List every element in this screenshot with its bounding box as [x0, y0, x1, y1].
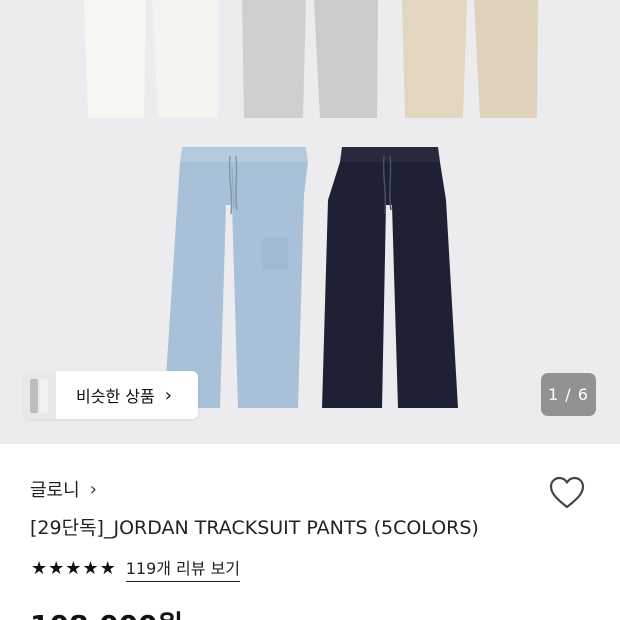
rating-row: ★ ★ ★ ★ ★ 119개 리뷰 보기: [31, 555, 241, 582]
view-reviews-link[interactable]: 119개 리뷰 보기: [125, 555, 241, 582]
pants-skyblue-image: [164, 147, 308, 408]
pants-navy-image: [322, 147, 458, 408]
chevron-right-icon: ›: [164, 384, 172, 406]
product-title: [29단독]_JORDAN TRACKSUIT PANTS (5COLORS): [30, 517, 479, 539]
product-image-gallery[interactable]: 비슷한 상품 › 1 / 6: [0, 0, 620, 444]
similar-products-thumbnail: [24, 371, 56, 419]
pants-gray-image: [242, 0, 378, 118]
chevron-right-icon: ›: [89, 478, 97, 500]
pants-white-image: [84, 0, 218, 118]
star-icon: ★: [82, 557, 99, 579]
heart-outline-icon: [549, 476, 585, 509]
wishlist-heart-button[interactable]: [548, 475, 586, 511]
star-rating: ★ ★ ★ ★ ★: [31, 557, 116, 579]
star-icon: ★: [48, 557, 65, 579]
pants-beige-image: [402, 0, 538, 118]
similar-products-label: 비슷한 상품: [76, 387, 155, 406]
star-icon: ★: [99, 557, 116, 579]
brand-name: 글로니: [30, 480, 80, 501]
star-icon: ★: [31, 557, 48, 579]
product-price: 108,000원: [30, 604, 183, 620]
similar-products-button[interactable]: 비슷한 상품 ›: [24, 371, 198, 419]
brand-link[interactable]: 글로니 ›: [30, 476, 97, 502]
image-pager-indicator: 1 / 6: [541, 373, 596, 416]
star-icon: ★: [65, 557, 82, 579]
